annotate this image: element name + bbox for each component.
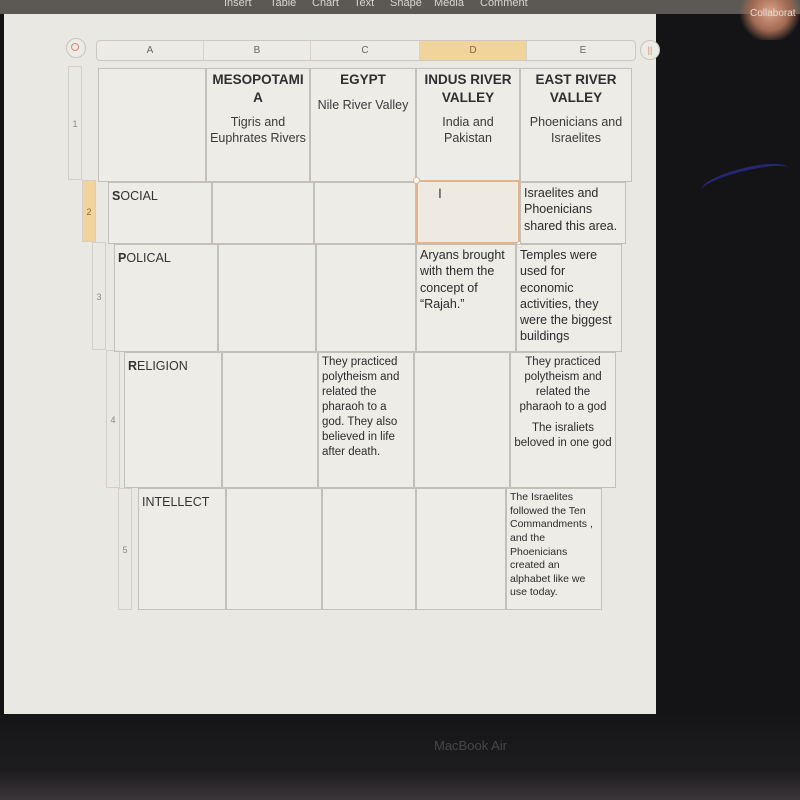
- screen-reflection: [698, 157, 792, 202]
- civilization-title: MESOPOTAMI A: [212, 72, 304, 105]
- device-brand-label: MacBook Air: [434, 738, 507, 753]
- toolbar-chart-button[interactable]: Chart: [312, 0, 339, 9]
- column-header-e[interactable]: E: [527, 41, 635, 60]
- cell-e3[interactable]: Temples were used for economic activitie…: [516, 244, 622, 352]
- text-cursor-icon: I: [438, 185, 442, 201]
- cell-e1[interactable]: EAST RIVER VALLEY Phoenicians and Israel…: [520, 68, 632, 182]
- cell-b2[interactable]: [212, 182, 314, 244]
- toolbar-insert-button[interactable]: Insert: [224, 0, 252, 9]
- toolbar-table-button[interactable]: Table: [270, 0, 296, 9]
- civilization-title: EGYPT: [340, 72, 386, 87]
- cell-paragraph: They practiced polytheism and related th…: [519, 356, 607, 413]
- cell-c1[interactable]: EGYPT Nile River Valley: [310, 68, 416, 182]
- cell-e2[interactable]: Israelites and Phoenicians shared this a…: [520, 182, 626, 244]
- cell-b3[interactable]: [218, 244, 316, 352]
- cell-e5[interactable]: The Israelites followed the Ten Commandm…: [506, 488, 602, 610]
- cell-c4[interactable]: They practiced polytheism and related th…: [318, 352, 414, 488]
- row-label: INTELLECT: [142, 495, 210, 509]
- selection-handle-top-left[interactable]: [413, 177, 420, 184]
- cell-b4[interactable]: [222, 352, 318, 488]
- civilization-title: INDUS RIVER VALLEY: [424, 72, 512, 105]
- civilization-region: Nile River Valley: [317, 97, 409, 112]
- cell-b5[interactable]: [226, 488, 322, 610]
- toolbar-comment-button[interactable]: Comment: [480, 0, 528, 9]
- row-header-3[interactable]: 3: [92, 242, 106, 350]
- civilization-region: Phoenicians and Israelites: [529, 115, 623, 146]
- collaborate-button[interactable]: Collaborat: [740, 0, 800, 40]
- cell-d1[interactable]: INDUS RIVER VALLEY India and Pakistan: [416, 68, 520, 182]
- cell-a5-intellect[interactable]: INTELLECT: [138, 488, 226, 610]
- column-header-a[interactable]: A: [97, 41, 204, 60]
- cell-d4[interactable]: [414, 352, 510, 488]
- row-header-4[interactable]: 4: [106, 350, 120, 488]
- cell-c5[interactable]: [322, 488, 416, 610]
- cell-paragraph: The israliets beloved in one god: [514, 421, 612, 449]
- row-header-5[interactable]: 5: [118, 488, 132, 610]
- civilization-region: India and Pakistan: [442, 115, 494, 146]
- cell-c3[interactable]: [316, 244, 416, 352]
- row-header-1[interactable]: 1: [68, 66, 82, 180]
- app-toolbar: Insert Table Chart Text Shape Media Comm…: [0, 0, 800, 14]
- civilization-region: Tigris and Euphrates Rivers: [210, 115, 306, 146]
- column-resize-handle[interactable]: ||: [640, 40, 660, 60]
- cell-e4[interactable]: They practiced polytheism and related th…: [510, 352, 616, 488]
- cell-a1[interactable]: [98, 68, 206, 182]
- cell-a2-social[interactable]: SOCIAL: [108, 182, 212, 244]
- laptop-bezel: [0, 714, 800, 800]
- column-header-d[interactable]: D: [420, 41, 527, 60]
- column-header-b[interactable]: B: [204, 41, 311, 60]
- cell-d5[interactable]: [416, 488, 506, 610]
- row-header-2[interactable]: 2: [82, 180, 96, 242]
- column-header-c[interactable]: C: [311, 41, 420, 60]
- row-label: OCIAL: [120, 189, 158, 203]
- row-label: OLICAL: [126, 251, 171, 265]
- row-label-initial: R: [128, 359, 138, 373]
- cell-a4-religion[interactable]: RELIGION: [124, 352, 222, 488]
- cell-c2[interactable]: [314, 182, 416, 244]
- select-table-handle[interactable]: [66, 38, 86, 58]
- toolbar-text-button[interactable]: Text: [354, 0, 374, 9]
- civilization-title: EAST RIVER VALLEY: [535, 72, 617, 105]
- cell-d3[interactable]: Aryans brought with them the concept of …: [416, 244, 516, 352]
- column-header-bar: A B C D E: [96, 40, 636, 61]
- cell-d2-active[interactable]: I: [416, 180, 520, 244]
- row-label: ELIGION: [137, 359, 188, 373]
- toolbar-shape-button[interactable]: Shape: [390, 0, 422, 9]
- collaborate-label: Collaborat: [750, 8, 796, 19]
- toolbar-media-button[interactable]: Media: [434, 0, 464, 9]
- cell-b1[interactable]: MESOPOTAMI A Tigris and Euphrates Rivers: [206, 68, 310, 182]
- cell-a3-political[interactable]: POLICAL: [114, 244, 218, 352]
